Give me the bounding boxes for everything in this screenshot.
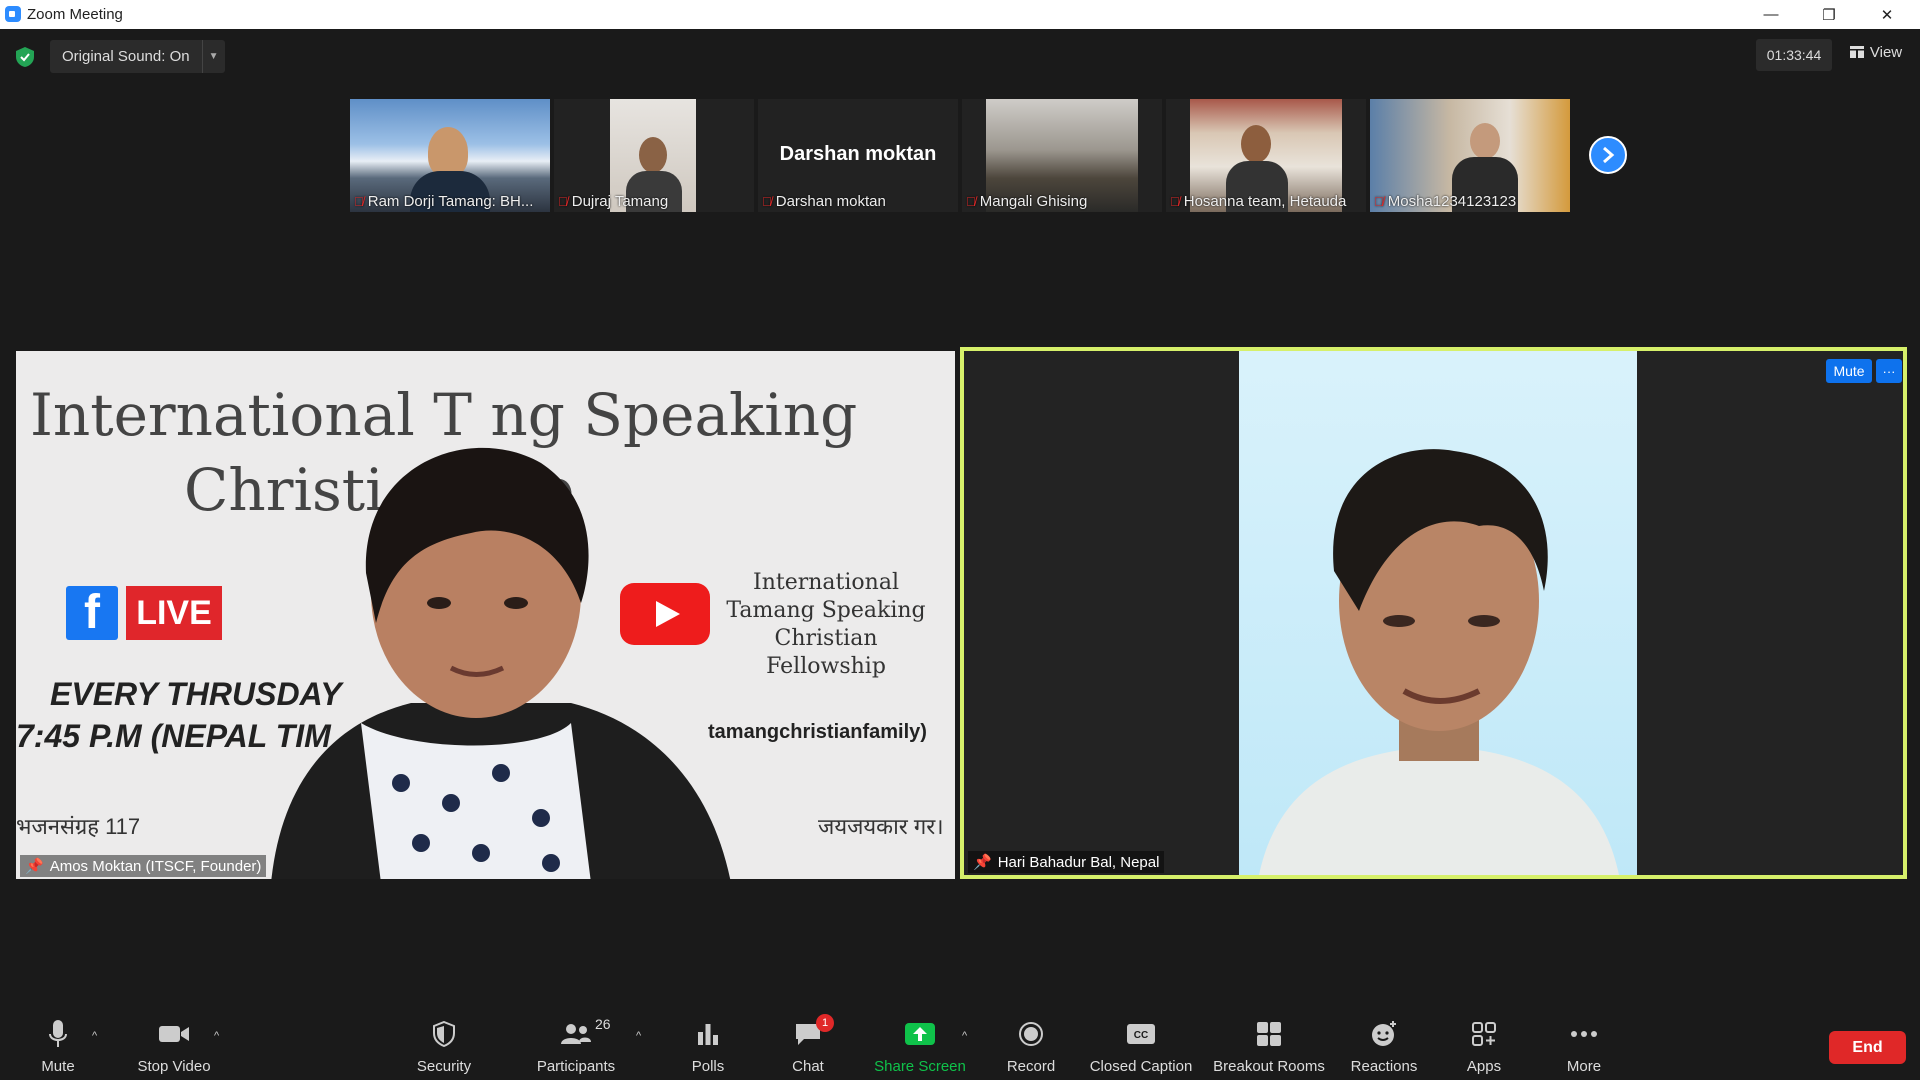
participant-thumbnail[interactable]: 🎙̸ Hosanna team, Hetauda [1166, 99, 1366, 212]
live-badge: LIVE [126, 586, 222, 640]
more-dots-icon [1571, 1031, 1597, 1037]
speaker-video-right [1239, 351, 1637, 875]
participant-name-label: 📌 Hari Bahadur Bal, Nepal [968, 851, 1165, 873]
meeting-toolbar: Mute ^ Stop Video ^ Security 26 Particip… [0, 1000, 1920, 1080]
original-sound-label[interactable]: Original Sound: On [50, 48, 202, 65]
participants-count: 26 [595, 1016, 611, 1032]
security-label[interactable]: Security [417, 1058, 471, 1075]
share-screen-label[interactable]: Share Screen [874, 1058, 966, 1075]
participant-thumbnail[interactable]: 🎙̸ Mosha1234123123 [1370, 99, 1570, 212]
chevron-up-icon[interactable]: ^ [962, 1030, 967, 1042]
mic-muted-icon: 🎙̸ [558, 194, 568, 209]
background-hymn-number: भजनसंग्रह 117 [16, 814, 141, 839]
participants-button[interactable]: 26 Participants [530, 1000, 622, 1080]
participant-name: 🎙̸ Darshan moktan [762, 193, 886, 210]
chat-unread-badge: 1 [816, 1014, 834, 1032]
close-button[interactable]: ✕ [1858, 0, 1916, 29]
mute-participant-button[interactable]: Mute [1826, 359, 1872, 383]
reactions-button[interactable]: Reactions [1348, 1000, 1420, 1080]
chat-button[interactable]: 1 Chat [780, 1000, 836, 1080]
participant-name: 🎙̸ Mosha1234123123 [1374, 193, 1517, 210]
participant-name: 🎙̸ Dujraj Tamang [558, 193, 669, 210]
grid-view-icon [1849, 46, 1864, 58]
original-sound-toggle[interactable]: Original Sound: On ▼ [50, 40, 225, 73]
apps-icon [1472, 1022, 1496, 1046]
chat-label[interactable]: Chat [792, 1058, 824, 1075]
more-button[interactable]: More [1556, 1000, 1612, 1080]
encryption-shield-icon[interactable] [14, 46, 36, 68]
more-options-button[interactable]: ··· [1876, 359, 1902, 383]
facebook-icon: f [66, 586, 118, 640]
apps-button[interactable]: Apps [1456, 1000, 1512, 1080]
closed-caption-icon: CC [1127, 1024, 1155, 1044]
chevron-up-icon[interactable]: ^ [92, 1030, 97, 1042]
restore-button[interactable]: ❐ [1800, 0, 1858, 29]
chevron-right-icon [1603, 146, 1615, 164]
chevron-up-icon[interactable]: ^ [214, 1030, 219, 1042]
mic-muted-icon: 🎙̸ [762, 194, 772, 209]
end-meeting-button[interactable]: End [1829, 1031, 1906, 1064]
stop-video-button[interactable]: Stop Video [128, 1000, 220, 1080]
mic-muted-icon: 🎙̸ [1170, 194, 1180, 209]
participant-thumbnail[interactable]: 🎙̸ Dujraj Tamang [554, 99, 754, 212]
mic-muted-icon: 🎙̸ [1374, 194, 1384, 209]
security-button[interactable]: Security [404, 1000, 484, 1080]
mic-muted-icon: 🎙̸ [966, 194, 976, 209]
mic-muted-icon: 🎙̸ [354, 194, 364, 209]
pin-icon: 📌 [973, 854, 992, 871]
microphone-icon [49, 1020, 67, 1047]
share-screen-icon [905, 1023, 935, 1045]
video-tile-right-active-speaker[interactable]: Mute ··· 📌 Hari Bahadur Bal, Nepal [960, 347, 1907, 879]
chevron-up-icon[interactable]: ^ [636, 1030, 641, 1042]
participant-name: 🎙̸ Ram Dorji Tamang: BH... [354, 193, 534, 210]
polls-button[interactable]: Polls [680, 1000, 736, 1080]
polls-icon [698, 1024, 718, 1045]
background-hymn-text: जयजयकार गर। [818, 814, 944, 839]
zoom-app-icon [5, 6, 21, 22]
share-screen-button[interactable]: Share Screen [870, 1000, 970, 1080]
mute-button[interactable]: Mute [22, 1000, 94, 1080]
shield-icon [433, 1021, 455, 1047]
chevron-down-icon[interactable]: ▼ [201, 40, 225, 73]
record-label[interactable]: Record [1007, 1058, 1055, 1075]
minimize-button[interactable]: — [1742, 0, 1800, 29]
breakout-rooms-label[interactable]: Breakout Rooms [1213, 1058, 1325, 1075]
mute-label[interactable]: Mute [41, 1058, 74, 1075]
window-titlebar: Zoom Meeting — ❐ ✕ [0, 0, 1920, 29]
window-title: Zoom Meeting [27, 6, 123, 23]
breakout-rooms-icon [1257, 1022, 1281, 1046]
breakout-rooms-button[interactable]: Breakout Rooms [1212, 1000, 1326, 1080]
record-button[interactable]: Record [1000, 1000, 1062, 1080]
participants-icon [561, 1024, 591, 1044]
participant-name: 🎙̸ Hosanna team, Hetauda [1170, 193, 1347, 210]
participant-name-label: 📌 Amos Moktan (ITSCF, Founder) [20, 855, 267, 877]
participant-thumbnail[interactable]: 🎙̸ Ram Dorji Tamang: BH... [350, 99, 550, 212]
view-button[interactable]: View [1842, 37, 1910, 67]
apps-label[interactable]: Apps [1467, 1058, 1501, 1075]
video-camera-icon [159, 1026, 189, 1042]
closed-caption-button[interactable]: CC Closed Caption [1088, 1000, 1194, 1080]
record-icon [1019, 1022, 1043, 1046]
svg-text:CC: CC [1134, 1030, 1148, 1041]
participant-name: 🎙̸ Mangali Ghising [966, 193, 1088, 210]
speaker-video-left [271, 447, 731, 879]
polls-label[interactable]: Polls [692, 1058, 725, 1075]
reactions-label[interactable]: Reactions [1351, 1058, 1418, 1075]
closed-caption-label[interactable]: Closed Caption [1090, 1058, 1193, 1075]
participant-thumbnail[interactable]: 🎙̸ Mangali Ghising [962, 99, 1162, 212]
participant-display-name: Darshan moktan [779, 143, 937, 165]
pin-icon: 📌 [25, 858, 44, 875]
video-tile-left[interactable]: International T ng Speaking Christi wshi… [16, 351, 955, 879]
reactions-smiley-icon [1372, 1021, 1396, 1046]
participants-label[interactable]: Participants [537, 1058, 615, 1075]
view-label[interactable]: View [1870, 44, 1902, 61]
meeting-timer: 01:33:44 [1756, 39, 1832, 71]
more-label[interactable]: More [1567, 1058, 1601, 1075]
next-page-button[interactable] [1589, 136, 1627, 174]
participant-thumbnail[interactable]: Darshan moktan 🎙̸ Darshan moktan [758, 99, 958, 212]
stop-video-label[interactable]: Stop Video [137, 1058, 210, 1075]
